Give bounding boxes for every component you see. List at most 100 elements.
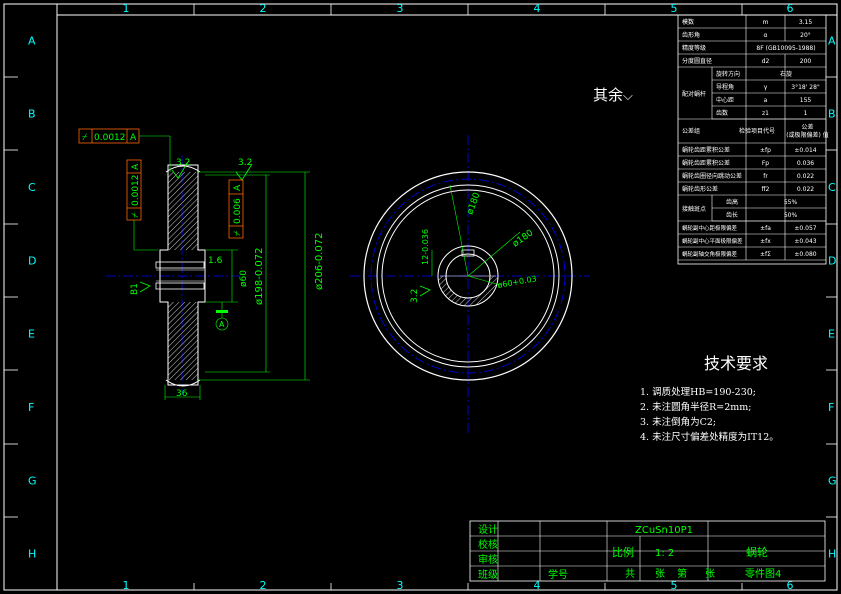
param-symbol: fr [763,173,768,180]
tb-sheet: 张 [705,568,715,580]
tol-right-datum: A [233,184,243,191]
tech-item: 4. 未注尺寸偏差处精度为IT12。 [640,432,779,443]
param-value: 55% [784,199,798,206]
zone-column-label: 1 [123,579,130,592]
param-symbol: Fp [762,160,769,167]
dim-dia-tip: ø206-0.072 [314,233,325,290]
param-label: 导程角 [716,83,734,91]
tol-top-datum: A [130,133,137,143]
param-value: ±0.080 [794,251,816,258]
param-value: 0.036 [797,160,814,167]
front-view: ø180 ø180 12-0.036 ø60+0.03 3.2 [350,135,590,435]
param-value: 8F (GB10095-1988) [756,45,815,52]
zone-row-label: H [28,548,36,561]
param-label: 齿数 [716,109,728,117]
param-group-label: 接触斑点 [682,205,706,213]
zone-row-label: G [28,475,37,488]
dim-keyway: 12-0.036 [421,229,430,265]
tol-left-datum: A [131,163,141,170]
zone-row-label: A [828,35,836,48]
param-label: 旋转方向 [716,70,740,78]
tb-scale: 1: 2 [655,548,674,559]
param-label: 模数 [682,18,694,26]
tb-part-name: 蜗轮 [746,545,768,559]
dim-dia-bore: ø60 [239,270,249,287]
tech-requirements-list: 1. 调质处理HB=190-230; 2. 未注圆角半径R=2mm; 3. 未注… [640,385,779,445]
zone-column-label: 1 [123,2,130,15]
tb-review: 审核 [478,553,498,566]
tech-item: 1. 调质处理HB=190-230; [640,387,756,398]
dim-front-mid: ø180 [511,228,536,249]
zone-column-label: 3 [397,579,404,592]
param-value: 20° [800,32,811,39]
title-block: 设计 校核 审核 班级 学号 ZCuSn10P1 比例 1: 2 蜗轮 共 张 … [469,520,826,582]
cad-drawing: 112233445566 A AB BC CD DE EF FG GH H ø2… [3,2,838,592]
param-symbol: d2 [762,58,770,65]
rough-front: 3.2 [410,289,420,303]
tech-item: 3. 未注倒角为C2; [640,417,717,428]
zone-row-label: F [28,401,34,414]
zone-row-label: B [828,108,836,121]
param-label: 中心距 [716,96,734,104]
tb-sheets: 张 [655,568,665,580]
section-view: ø206-0.072 ø198-0.072 ø60 36 3.2 3.2 1.6… [78,128,325,400]
param-value: 50% [784,212,798,219]
tech-requirements-title: 技术要求 [704,354,769,373]
param-group-label: 配对蜗杆 [682,90,706,98]
tb-material: ZCuSn10P1 [635,525,693,536]
section-hatch-top [168,172,198,250]
param-label: 齿形角 [682,31,700,39]
param-label: 公差组 [682,127,700,135]
dim-front-bore: ø60+0.03 [497,274,538,290]
param-value: 右旋 [780,70,792,78]
params-table: 模数 m 3.15 齿形角 α 20° 精度等级 8F (GB10095-1988) 分度圆直径… [677,14,829,265]
tol-left-sym: ⌿ [131,212,141,218]
param-label: 蜗轮副轴交角极限偏差 [682,250,738,258]
param-value: 155 [800,97,812,104]
zone-column-label: 2 [260,2,267,15]
zone-row-label: E [28,328,35,341]
zone-row-label: D [828,255,836,268]
param-symbol: ±fa [760,225,771,232]
section-hatch-bottom [168,302,198,380]
tb-num: 第 [677,567,687,580]
param-label: 蜗轮副中心距极限偏差 [682,224,738,232]
param-label: 蜗轮齿圈径向跳动公差 [682,172,742,180]
zone-row-label: G [828,475,837,488]
zone-row-label: A [28,35,36,48]
tol-top-sym: ⌿ [82,133,88,143]
tb-drawing-no: 零件图4 [745,568,781,580]
zone-row-label: E [828,328,835,341]
param-label: 齿高 [726,198,738,206]
tech-item: 2. 未注圆角半径R=2mm; [640,402,752,413]
tol-right-value: 0.006 [233,198,243,224]
param-value: ±0.043 [794,238,816,245]
param-label: 分度圆直径 [682,57,712,65]
zone-row-label: F [828,401,834,414]
zone-column-label: 2 [260,579,267,592]
tol-top-value: 0.0012 [94,133,126,143]
param-value: 0.022 [797,173,814,180]
param-label: 精度等级 [682,44,706,52]
rough-bore: 1.6 [208,256,223,266]
tb-total: 共 [625,568,635,580]
dim-dia-pitch: ø198-0.072 [254,248,265,305]
param-label: 齿长 [726,211,738,219]
param-label: 蜗轮齿形公差 [682,185,718,193]
tb-design: 设计 [478,523,498,536]
tb-student-no: 学号 [548,568,568,581]
dim-width: 36 [176,389,188,399]
param-label: 检验项目代号 [739,127,775,135]
rough-b1: B1 [130,283,140,295]
param-symbol: ±fΣ [760,251,771,258]
zone-row-label: B [28,108,36,121]
param-symbol: α [764,32,768,39]
param-symbol: m [763,19,769,26]
zone-row-label: C [828,181,836,194]
param-value: 0.022 [797,186,814,193]
param-symbol: ±fx [760,238,771,245]
param-value: 公差 [801,123,813,131]
zone-row-label: H [828,548,836,561]
param-value: 3°18' 28" [791,84,820,91]
param-symbol: z1 [762,110,769,117]
